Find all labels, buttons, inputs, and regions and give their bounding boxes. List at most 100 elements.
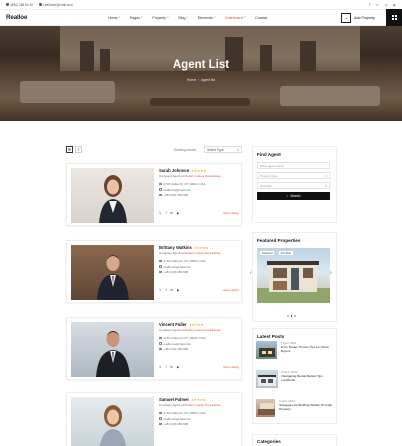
agent-name[interactable]: Vincent Fuller [159, 322, 187, 327]
agent-name[interactable]: Brittany Watkins [159, 245, 192, 250]
nav-item-blog[interactable]: Blog ▾ [178, 16, 188, 20]
company-link[interactable]: Modern House Real Estate [185, 403, 221, 407]
rating-stars: ★★★★★ [188, 322, 204, 327]
agent-phone[interactable]: +48 (123) 456 999 [159, 347, 239, 351]
nav-item-dashboard[interactable]: Dashboard ▾ [225, 16, 245, 20]
agent-phone[interactable]: +48 (123) 456 999 [159, 270, 239, 274]
agent-phone[interactable]: +48 (123) 456 999 [159, 422, 239, 426]
property-type-select[interactable]: Property type ▾ [257, 172, 330, 179]
agent-name[interactable]: Samuel Palmer [159, 397, 189, 402]
agent-card[interactable]: Brittany Watkins ★★★★★ Company Agent at … [66, 240, 242, 303]
nav-label: Contact [255, 15, 268, 20]
view-listing-link[interactable]: View Listing [223, 288, 239, 292]
phone-item[interactable]: (880) 256 54 40 [6, 3, 33, 7]
carousel-dots[interactable] [287, 315, 296, 317]
agent-socials: 𝕏f in ▶ [159, 288, 179, 292]
twitter-icon[interactable]: 𝕏 [159, 211, 162, 215]
company-link[interactable]: Modern House Real Estate [185, 174, 221, 178]
nav-item-pages[interactable]: Pages ▾ [130, 16, 143, 20]
company-prefix: Company Agent at [159, 251, 184, 255]
email-item[interactable]: realhome@mail.com [39, 3, 73, 7]
breadcrumb-home[interactable]: Home [187, 78, 196, 82]
nav-item-elements[interactable]: Elements ▾ [198, 16, 215, 20]
nav-item-home[interactable]: Home ▾ [108, 16, 120, 20]
email-text: realhome@mail.com [163, 264, 192, 269]
agent-card[interactable]: Sarah Johnson ★★★★★ Company Agent at Mod… [66, 163, 242, 226]
agent-card[interactable]: Vincent Fuller ★★★★★ Company Agent at Mo… [66, 317, 242, 380]
twitter-icon[interactable]: 𝕏 [159, 288, 162, 292]
facebook-icon[interactable]: f [369, 3, 370, 7]
agent-email[interactable]: realhome@mail.com [159, 188, 239, 192]
post-thumbnail [256, 370, 278, 388]
facebook-icon[interactable]: f [166, 365, 167, 369]
facebook-icon[interactable]: f [166, 288, 167, 292]
youtube-icon[interactable]: ▶ [394, 3, 396, 7]
agent-email[interactable]: realhome@mail.com [159, 265, 239, 269]
post-item[interactable]: 6 April, 2023 Strategies for Building We… [256, 399, 336, 419]
agent-company: Company Agent at Modern House Real Estat… [159, 328, 239, 332]
instagram-icon[interactable]: ◎ [385, 3, 388, 7]
post-title[interactable]: Strategies for Building Wealth Through P… [279, 403, 336, 412]
agent-address: 2715 Aruba Dr, NY 10022, USA [159, 259, 239, 263]
agent-name-input[interactable]: Enter agent name [257, 162, 330, 169]
facebook-icon[interactable]: f [166, 211, 167, 215]
featured-properties-widget: Featured Properties Featured For Rent [252, 232, 337, 322]
post-title[interactable]: From Dream Homes Tips for Home Buyers [281, 345, 336, 354]
agent-email[interactable]: realhome@mail.com [159, 342, 239, 346]
phone-text: +48 (123) 456 999 [163, 422, 189, 427]
site-logo[interactable]: Realloe [6, 14, 96, 21]
nav-label: Property [152, 15, 167, 20]
linkedin-icon[interactable]: in [170, 211, 172, 215]
latest-posts-title: Latest Posts [257, 334, 285, 339]
agent-phone[interactable]: +48 (123) 456 999 [159, 193, 239, 197]
phone-text: +48 (123) 456 999 [163, 193, 189, 198]
mail-icon [159, 188, 162, 191]
city-select[interactable]: All Cities ▾ [257, 182, 330, 189]
grid-view-button[interactable]: ⊞ [66, 146, 73, 153]
breadcrumb: Home › Agent list [0, 78, 402, 82]
add-property-button[interactable]: → Add Property [341, 12, 375, 23]
company-prefix: Company Agent at [159, 328, 184, 332]
page-title: Agent List [172, 59, 230, 71]
agent-email[interactable]: realhome@mail.com [159, 417, 239, 421]
chevron-left-icon[interactable]: ‹ [250, 270, 252, 276]
nav-item-contact[interactable]: Contact [255, 16, 267, 20]
company-link[interactable]: Modern House Real Estate [185, 251, 221, 255]
nav-label: Elements [197, 15, 213, 20]
linkedin-icon[interactable]: in [170, 365, 172, 369]
view-listing-link[interactable]: View Listing [223, 211, 239, 215]
menu-grid-button[interactable] [386, 9, 402, 26]
twitter-icon[interactable]: 𝕏 [159, 365, 162, 369]
post-item[interactable]: 6 April, 2023 Navigating Rental Market T… [256, 370, 336, 390]
chevron-right-icon[interactable]: › [330, 270, 332, 276]
phone-text: +48 (123) 456 999 [163, 270, 189, 275]
view-listing-link[interactable]: View Listing [223, 365, 239, 369]
post-thumbnail [256, 399, 276, 417]
location-icon [159, 411, 162, 415]
youtube-icon[interactable]: ▶ [177, 288, 179, 292]
agent-name[interactable]: Sarah Johnson [159, 168, 189, 173]
company-link[interactable]: Modern House Real Estate [185, 328, 221, 332]
search-button[interactable]: ⌕ Search [257, 192, 330, 200]
sort-label: Showing results [173, 147, 196, 152]
agent-info: Sarah Johnson ★★★★★ Company Agent at Mod… [159, 168, 239, 197]
agent-card[interactable]: Samuel Palmer ★★★★★ Company Agent at Mod… [66, 392, 242, 446]
agent-info: Brittany Watkins ★★★★★ Company Agent at … [159, 245, 239, 274]
linkedin-icon[interactable]: in [170, 288, 172, 292]
list-view-button[interactable]: ≡ [75, 146, 82, 153]
breadcrumb-current: Agent list [201, 78, 216, 82]
featured-badge: Featured [260, 251, 275, 255]
nav-item-property[interactable]: Property ▾ [152, 16, 168, 20]
youtube-icon[interactable]: ▶ [177, 365, 179, 369]
grid-icon [391, 15, 397, 20]
featured-property-image[interactable]: Featured For Rent [257, 248, 330, 303]
nav-label: Home [108, 15, 118, 20]
youtube-icon[interactable]: ▶ [177, 211, 179, 215]
post-title[interactable]: Navigating Rental Market Tips Landlords [282, 374, 336, 383]
location-icon [159, 336, 162, 340]
post-item[interactable]: 6 April, 2023 From Dream Homes Tips for … [256, 341, 336, 361]
agent-company: Company Agent at Modern House Real Estat… [159, 403, 239, 407]
twitter-icon[interactable]: 𝕏 [376, 3, 379, 7]
type-select[interactable]: Select Type ▾ [204, 146, 242, 153]
mail-icon [39, 3, 43, 6]
